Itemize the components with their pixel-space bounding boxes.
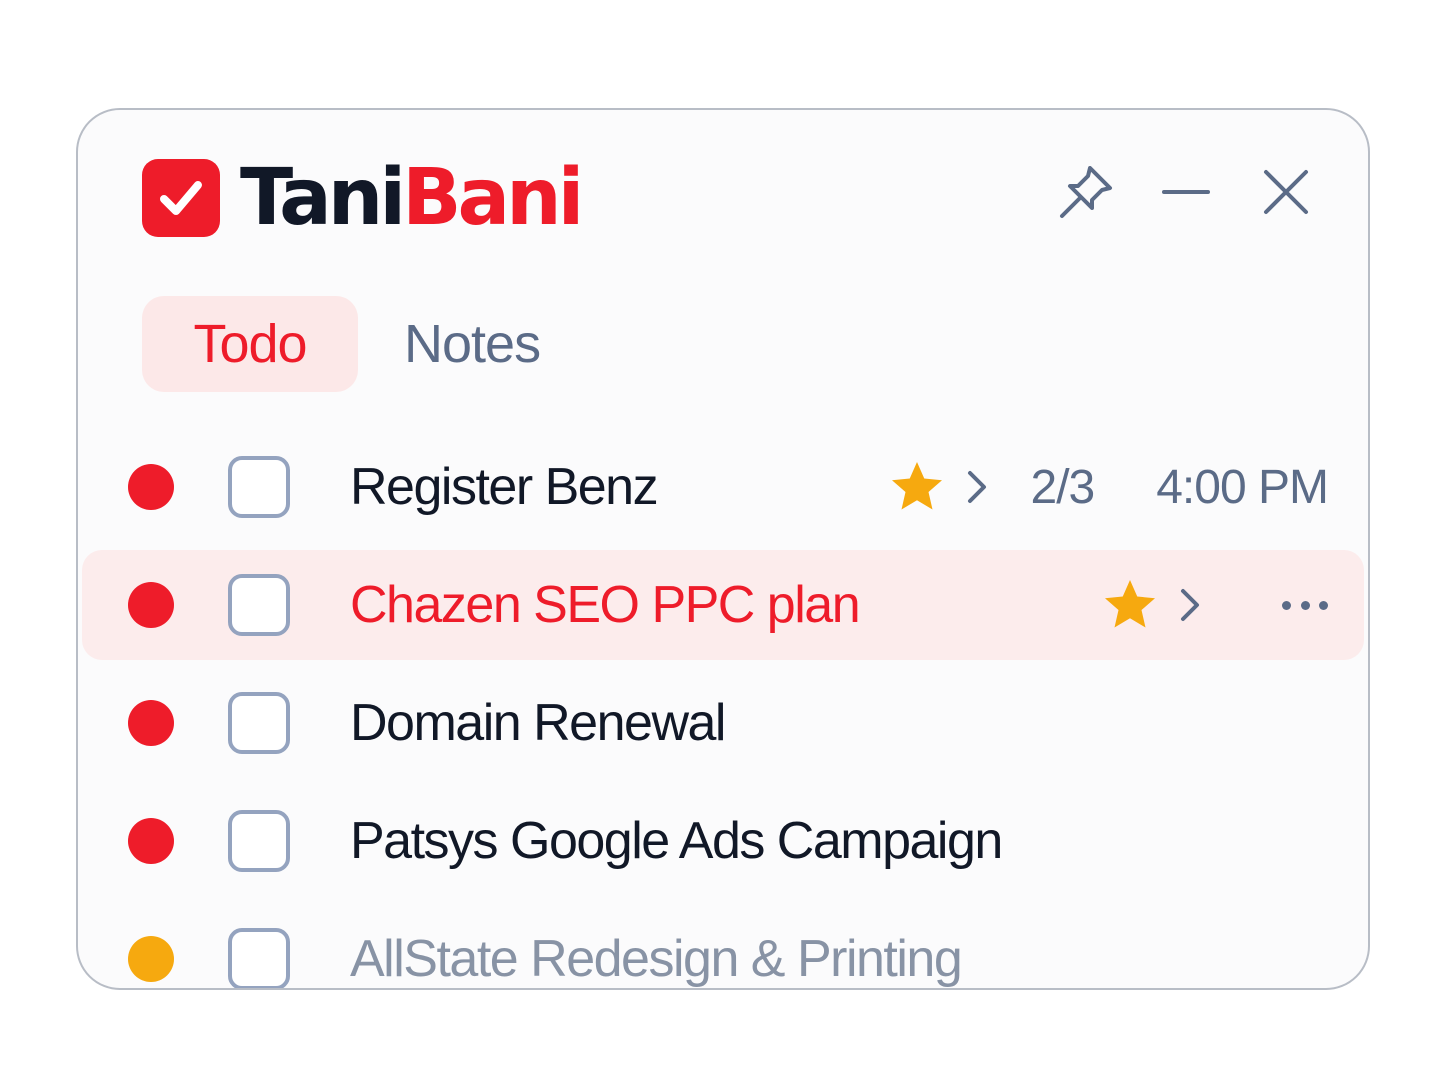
chevron-right-icon[interactable] — [959, 467, 995, 507]
task-row[interactable]: Domain Renewal — [78, 664, 1368, 782]
pin-button[interactable] — [1056, 162, 1116, 222]
app-logo: TaniBani — [142, 158, 584, 238]
task-row[interactable]: Chazen SEO PPC plan — [78, 546, 1368, 664]
app-name-part2: Bani — [402, 153, 584, 243]
task-row[interactable]: Patsys Google Ads Campaign — [78, 782, 1368, 900]
task-title[interactable]: Chazen SEO PPC plan — [350, 575, 861, 635]
due-time: 4:00 PM — [1156, 460, 1329, 514]
tab-notes[interactable]: Notes — [360, 296, 584, 392]
task-list: Register Benz 2/3 4:00 PM Chazen SEO PPC… — [78, 428, 1368, 988]
task-checkbox[interactable] — [228, 456, 290, 518]
more-horizontal-icon[interactable] — [1282, 585, 1328, 625]
task-title[interactable]: AllState Redesign & Printing — [350, 929, 963, 988]
tab-todo[interactable]: Todo — [142, 296, 358, 392]
task-title[interactable]: Domain Renewal — [350, 693, 726, 753]
star-icon[interactable] — [887, 457, 947, 517]
task-row[interactable]: AllState Redesign & Printing — [78, 900, 1368, 988]
task-meta — [1100, 575, 1328, 635]
priority-dot — [128, 582, 174, 628]
subtask-count: 2/3 — [1030, 460, 1096, 514]
task-row[interactable]: Register Benz 2/3 4:00 PM — [78, 428, 1368, 546]
checkbox-checked-icon — [142, 159, 220, 237]
window-controls — [1056, 162, 1316, 222]
chevron-right-icon[interactable] — [1172, 585, 1208, 625]
pin-icon — [1060, 166, 1112, 218]
task-checkbox[interactable] — [228, 574, 290, 636]
app-name: TaniBani — [240, 159, 584, 237]
priority-dot — [128, 700, 174, 746]
task-checkbox[interactable] — [228, 928, 290, 988]
priority-dot — [128, 818, 174, 864]
app-window: TaniBani Todo Notes Register Benz 2/3 4:… — [76, 108, 1370, 990]
priority-dot — [128, 464, 174, 510]
task-title[interactable]: Register Benz — [350, 457, 659, 517]
task-checkbox[interactable] — [228, 692, 290, 754]
task-meta: 2/3 4:00 PM — [887, 457, 1329, 517]
close-button[interactable] — [1256, 162, 1316, 222]
minimize-button[interactable] — [1156, 162, 1216, 222]
star-icon[interactable] — [1100, 575, 1160, 635]
tab-bar: Todo Notes — [142, 296, 584, 392]
task-title[interactable]: Patsys Google Ads Campaign — [350, 811, 1003, 871]
task-checkbox[interactable] — [228, 810, 290, 872]
minimize-icon — [1162, 190, 1210, 194]
priority-dot — [128, 936, 174, 982]
app-name-part1: Tani — [240, 153, 406, 243]
close-icon — [1264, 170, 1308, 214]
